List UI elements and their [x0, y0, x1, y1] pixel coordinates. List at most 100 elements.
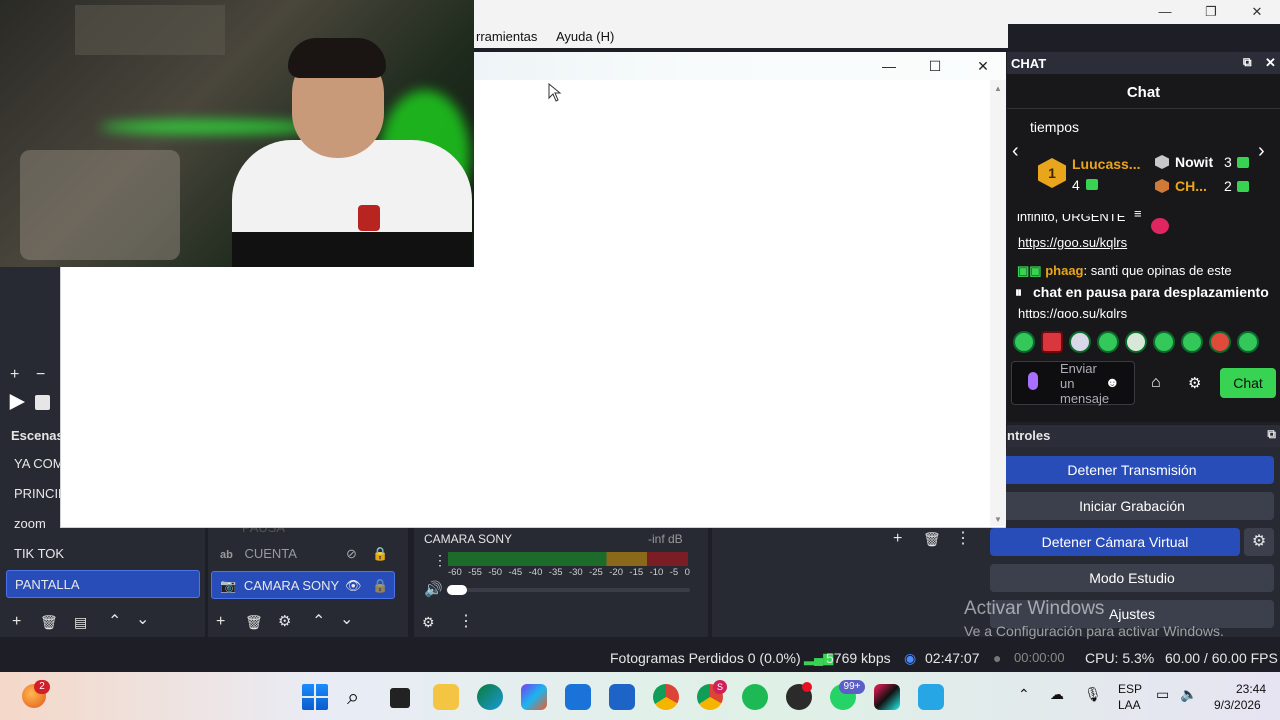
network-cloud-icon[interactable]: ☁: [1050, 686, 1064, 703]
close-icon[interactable]: ✕: [1265, 55, 1276, 71]
kebab-menu-icon[interactable]: ⋮: [458, 614, 474, 630]
emoji-icon[interactable]: ☻: [1105, 374, 1120, 390]
chevron-down-icon[interactable]: ⌄: [136, 612, 149, 628]
trash-icon[interactable]: 🗑: [40, 614, 58, 630]
chevron-down-icon[interactable]: ⌄: [340, 612, 353, 628]
start-recording-button[interactable]: Iniciar Grabación: [990, 492, 1274, 520]
maximize-button[interactable]: ❐: [1188, 0, 1234, 24]
microphone-icon[interactable]: [1028, 372, 1038, 390]
emote-icon[interactable]: [1069, 331, 1091, 353]
lock-icon[interactable]: 🔒: [372, 540, 388, 568]
chat-input-placeholder: Enviar un mensaje: [1060, 361, 1110, 406]
undock-icon[interactable]: ⧉: [1243, 55, 1252, 70]
filter-icon[interactable]: ▤: [74, 614, 87, 630]
store-icon[interactable]: [565, 684, 591, 710]
add-icon[interactable]: +: [10, 367, 19, 383]
mouse-cursor-icon: [548, 83, 562, 102]
stop-icon[interactable]: [35, 395, 50, 410]
undock-icon[interactable]: ⧉: [1267, 427, 1276, 442]
emote-icon[interactable]: [1041, 331, 1063, 353]
emote-icon[interactable]: [1097, 331, 1119, 353]
remove-icon[interactable]: −: [36, 367, 45, 383]
emote-icon[interactable]: [1181, 331, 1203, 353]
emote-icon[interactable]: [1013, 331, 1035, 353]
store-icon[interactable]: ⌂: [1151, 374, 1161, 392]
chat-link[interactable]: https://goo.su/kqlrs: [1018, 306, 1178, 318]
source-item[interactable]: ab CUENTA ⊘ 🔒: [212, 540, 397, 568]
emote-icon[interactable]: [1153, 331, 1175, 353]
chevron-up-icon[interactable]: ⌃: [1018, 686, 1030, 703]
chat-link[interactable]: https://goo.su/kqlrs: [1018, 235, 1127, 250]
stop-virtual-camera-button[interactable]: Detener Cámara Virtual: [990, 528, 1240, 556]
eye-hidden-icon[interactable]: ⊘: [346, 540, 357, 568]
camera-icon: 📷: [220, 578, 237, 593]
virtual-camera-settings-icon[interactable]: ⚙: [1244, 528, 1274, 556]
gear-icon[interactable]: ⚙: [278, 614, 291, 630]
chevron-right-icon[interactable]: ›: [1258, 140, 1265, 163]
stop-stream-button[interactable]: Detener Transmisión: [990, 456, 1274, 484]
emote-icon[interactable]: [1209, 331, 1231, 353]
chat-message-text: infinito, URGENTE: [1017, 214, 1126, 224]
volume-slider-handle[interactable]: [447, 585, 467, 595]
send-chat-button[interactable]: Chat: [1220, 368, 1276, 398]
clock-time[interactable]: 23:44: [1236, 682, 1266, 696]
edge-icon[interactable]: [477, 684, 503, 710]
chat-settings-icon[interactable]: ⚙: [1188, 374, 1201, 392]
scroll-up-arrow-icon[interactable]: ▲: [994, 84, 1002, 93]
file-explorer-icon[interactable]: [433, 684, 459, 710]
trash-icon[interactable]: 🗑: [245, 614, 263, 630]
tiktok-icon[interactable]: [874, 684, 900, 710]
spotify-icon[interactable]: [742, 684, 768, 710]
chat-input[interactable]: Enviar un mensaje ☻: [1011, 361, 1135, 406]
display-icon[interactable]: ▭: [1156, 686, 1169, 703]
kebab-menu-icon[interactable]: ⋮: [955, 531, 971, 547]
chrome-icon[interactable]: [653, 684, 679, 710]
task-view-icon[interactable]: [390, 688, 410, 708]
add-source-icon[interactable]: +: [216, 614, 225, 630]
popup-maximize-button[interactable]: ☐: [912, 52, 958, 80]
scene-item[interactable]: TIK TOK: [6, 540, 200, 568]
gift-icon: [1086, 179, 1098, 190]
popup-scrollbar[interactable]: ▲ ▼: [990, 80, 1006, 526]
mixer-level: -inf dB: [648, 532, 683, 546]
menu-tools[interactable]: rramientas: [476, 29, 537, 44]
keyboard-layout[interactable]: LAA: [1118, 698, 1141, 712]
emote-icon[interactable]: [1125, 331, 1147, 353]
clock-date[interactable]: 9/3/2026: [1214, 698, 1261, 712]
person-hair: [288, 38, 386, 78]
mixer-settings-icon[interactable]: ⚙: [422, 614, 435, 630]
eye-icon[interactable]: 👁: [345, 572, 362, 600]
emote-icon[interactable]: [1237, 331, 1259, 353]
popup-minimize-button[interactable]: —: [866, 52, 912, 80]
menu-help[interactable]: Ayuda (H): [556, 29, 614, 44]
scene-item-selected[interactable]: PANTALLA: [6, 570, 200, 598]
chevron-left-icon[interactable]: ‹: [1012, 140, 1019, 163]
trash-icon[interactable]: 🗑: [923, 531, 941, 547]
speaker-icon[interactable]: 🔊: [424, 580, 443, 598]
chevron-up-icon[interactable]: ⌃: [312, 614, 325, 630]
scroll-down-arrow-icon[interactable]: ▼: [994, 515, 1002, 524]
volume-icon[interactable]: 🔈: [1180, 686, 1197, 703]
lock-icon[interactable]: 🔒: [372, 572, 388, 600]
close-button[interactable]: ✕: [1234, 0, 1280, 24]
paused-banner[interactable]: ⏸ chat en pausa para desplazamiento: [1007, 279, 1280, 306]
studio-mode-button[interactable]: Modo Estudio: [990, 564, 1274, 592]
microsoft-365-icon[interactable]: [521, 684, 547, 710]
add-scene-icon[interactable]: +: [12, 614, 21, 630]
app-icon[interactable]: [918, 684, 944, 710]
popup-close-button[interactable]: ✕: [960, 52, 1006, 80]
outlook-icon[interactable]: [609, 684, 635, 710]
minimize-button[interactable]: —: [1142, 0, 1188, 24]
chevron-up-icon[interactable]: ⌃: [108, 614, 121, 630]
add-icon[interactable]: +: [893, 531, 902, 547]
kebab-menu-icon[interactable]: ⋮: [433, 552, 447, 569]
microphone-icon[interactable]: 🎙: [1084, 686, 1102, 703]
leader-count: 3: [1224, 154, 1232, 170]
chat-username[interactable]: phaag: [1045, 263, 1083, 278]
source-item-selected[interactable]: 📷 CAMARA SONY 👁 🔒: [211, 571, 395, 599]
volume-slider[interactable]: [446, 588, 690, 592]
language-code[interactable]: ESP: [1118, 682, 1142, 696]
recording-dot: [802, 682, 812, 692]
search-icon[interactable]: ⌕: [347, 684, 359, 710]
dropped-frames: Fotogramas Perdidos 0 (0.0%): [610, 650, 801, 666]
